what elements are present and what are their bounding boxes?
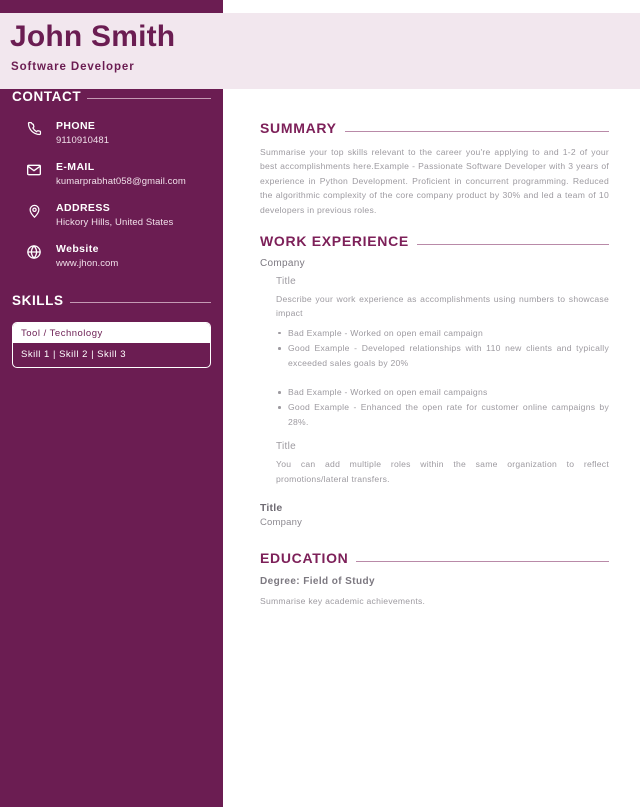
summary-section: SUMMARY Summarise your top skills releva… bbox=[260, 120, 609, 217]
work-role-2-description: You can add multiple roles within the sa… bbox=[276, 459, 609, 484]
contact-item-address: ADDRESS Hickory Hills, United States bbox=[12, 202, 211, 230]
contact-item-website: Website www.jhon.com bbox=[12, 243, 211, 271]
education-description: Summarise key academic achievements. bbox=[260, 596, 426, 607]
map-pin-icon bbox=[12, 202, 56, 219]
name-banner: John Smith Software Developer bbox=[0, 13, 640, 89]
contact-heading-rule bbox=[87, 98, 211, 99]
bullets-spacer bbox=[276, 371, 609, 380]
contact-section: CONTACT PHONE 9110910481 E-MAIL kumarpra… bbox=[0, 89, 223, 271]
work-entry-2-company: Company bbox=[260, 517, 303, 529]
sidebar: CONTACT PHONE 9110910481 E-MAIL kumarpra… bbox=[0, 89, 223, 368]
work-role-1-description: Describe your work experience as accompl… bbox=[276, 294, 609, 319]
contact-value-website: www.jhon.com bbox=[56, 258, 119, 269]
education-section: EDUCATION Degree: Field of Study Summari… bbox=[260, 550, 609, 608]
education-heading-rule bbox=[356, 561, 609, 563]
skills-heading-row: SKILLS bbox=[12, 293, 211, 308]
summary-heading: SUMMARY bbox=[260, 120, 337, 136]
list-item: Bad Example - Worked on open email campa… bbox=[276, 326, 609, 340]
contact-text-email: E-MAIL kumarprabhat058@gmail.com bbox=[56, 161, 186, 189]
summary-body: Summarise your top skills relevant to th… bbox=[260, 147, 609, 215]
work-company-name: Company bbox=[260, 258, 305, 270]
summary-heading-row: SUMMARY bbox=[260, 120, 609, 136]
main-column: SUMMARY Summarise your top skills releva… bbox=[260, 120, 609, 609]
education-heading: EDUCATION bbox=[260, 550, 349, 567]
contact-heading-row: CONTACT bbox=[12, 89, 211, 104]
contact-label-email: E-MAIL bbox=[56, 161, 95, 173]
work-heading-row: WORK EXPERIENCE bbox=[260, 233, 609, 249]
contact-text-website: Website www.jhon.com bbox=[56, 243, 118, 271]
skills-box-header: Tool / Technology bbox=[13, 323, 210, 343]
list-item: Good Example - Developed relationships w… bbox=[276, 341, 609, 370]
work-role-1-bullets-group-2: Bad Example - Worked on open email campa… bbox=[276, 385, 609, 429]
education-degree: Degree: Field of Study bbox=[260, 576, 375, 588]
work-role-1: Title Describe your work experience as a… bbox=[276, 276, 609, 429]
contact-heading: CONTACT bbox=[12, 89, 82, 104]
globe-icon bbox=[12, 243, 56, 260]
contact-text-phone: PHONE 9110910481 bbox=[56, 120, 109, 148]
contact-value-email: kumarprabhat058@gmail.com bbox=[56, 176, 186, 187]
education-heading-row: EDUCATION bbox=[260, 550, 609, 566]
work-role-2: Title You can add multiple roles within … bbox=[276, 441, 609, 486]
skills-box-body: Skill 1 | Skill 2 | Skill 3 bbox=[21, 349, 127, 360]
summary-heading-rule bbox=[344, 131, 609, 132]
contact-label-address: ADDRESS bbox=[56, 202, 111, 214]
contact-value-address: Hickory Hills, United States bbox=[56, 217, 174, 228]
work-entry-2-title: Title bbox=[260, 502, 283, 515]
work-role-2-title: Title bbox=[276, 441, 297, 453]
phone-icon bbox=[12, 120, 56, 136]
work-experience-section: WORK EXPERIENCE Company Title Describe y… bbox=[260, 233, 609, 528]
skills-heading: SKILLS bbox=[12, 293, 64, 308]
job-title: Software Developer bbox=[11, 61, 135, 73]
work-experience-heading: WORK EXPERIENCE bbox=[260, 233, 409, 250]
contact-text-address: ADDRESS Hickory Hills, United States bbox=[56, 202, 173, 230]
work-role-1-title: Title bbox=[276, 276, 297, 288]
work-role-1-bullets-group-1: Bad Example - Worked on open email campa… bbox=[276, 326, 609, 370]
work-entry-2: Title Company bbox=[260, 502, 609, 528]
contact-item-phone: PHONE 9110910481 bbox=[12, 120, 211, 148]
skills-box: Tool / Technology Skill 1 | Skill 2 | Sk… bbox=[12, 322, 211, 368]
list-item: Bad Example - Worked on open email campa… bbox=[276, 385, 609, 399]
contact-label-website: Website bbox=[56, 243, 99, 255]
contact-item-email: E-MAIL kumarprabhat058@gmail.com bbox=[12, 161, 211, 189]
work-heading-rule bbox=[416, 244, 609, 246]
list-item: Good Example - Enhanced the open rate fo… bbox=[276, 400, 609, 429]
resume-page: John Smith Software Developer CONTACT PH… bbox=[0, 0, 640, 807]
contact-label-phone: PHONE bbox=[56, 120, 96, 132]
page-title: John Smith bbox=[10, 20, 176, 53]
contact-list: PHONE 9110910481 E-MAIL kumarprabhat058@… bbox=[12, 120, 211, 271]
contact-value-phone: 9110910481 bbox=[56, 135, 110, 146]
skills-heading-rule bbox=[69, 302, 211, 303]
envelope-icon bbox=[12, 161, 56, 178]
skills-section: SKILLS Tool / Technology Skill 1 | Skill… bbox=[0, 293, 223, 368]
